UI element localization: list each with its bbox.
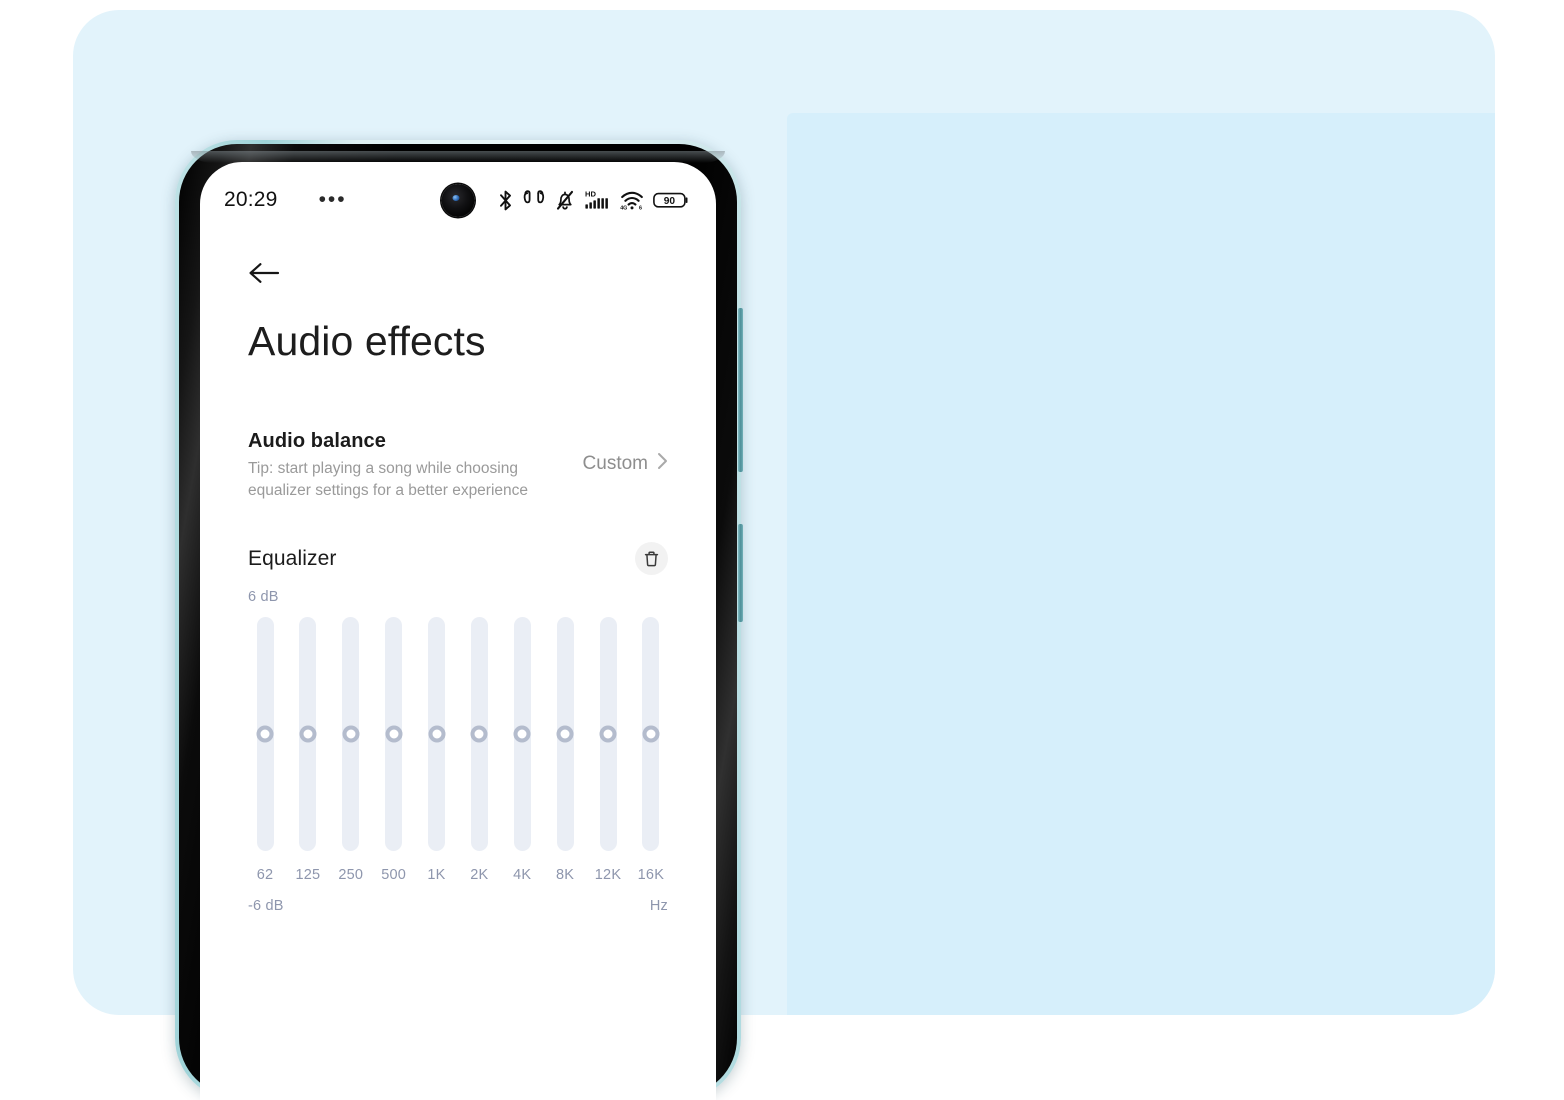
equalizer-slider-thumb-12K[interactable]: [599, 725, 617, 743]
equalizer-band-label: 16K: [637, 867, 665, 884]
equalizer-slider-1K[interactable]: [428, 617, 445, 852]
svg-text:6: 6: [639, 206, 642, 211]
battery-level-text: 90: [664, 196, 676, 207]
mute-bell-icon: [555, 190, 575, 211]
status-bar-clock: 20:29: [224, 188, 278, 211]
phone-screen: 20:29 ••• HD 4G 6 90 Audio effects Audio…: [200, 162, 716, 1100]
status-bar-overflow-dots: •••: [318, 188, 347, 211]
equalizer-band: 12K: [591, 617, 625, 883]
equalizer-sliders: 62 125 250 500 1K 2K 4K 8K 12K 16K: [248, 617, 668, 883]
equalizer-slider-4K[interactable]: [513, 617, 531, 852]
equalizer-unit-label: Hz: [649, 898, 668, 915]
equalizer-max-db-label: 6 dB: [248, 589, 279, 606]
audio-effects-screen: Audio effects Audio balance Tip: start p…: [200, 224, 716, 1100]
equalizer-slider-8K[interactable]: [556, 617, 574, 852]
equalizer-slider-500[interactable]: [385, 617, 403, 852]
equalizer-slider-thumb-8K[interactable]: [556, 725, 574, 743]
equalizer-band-label: 2K: [470, 867, 489, 884]
audio-balance-row[interactable]: Audio balance Tip: start playing a song …: [248, 430, 668, 502]
equalizer-band: 8K: [548, 617, 582, 883]
equalizer-slider-2K[interactable]: [470, 617, 488, 852]
equalizer-band-label: 12K: [594, 867, 622, 884]
equalizer-band-label: 1K: [427, 867, 446, 884]
equalizer-slider-12K[interactable]: [599, 617, 617, 852]
audio-balance-value-control[interactable]: Custom: [583, 452, 668, 475]
equalizer-band: 62: [248, 617, 282, 883]
equalizer-band: 1K: [420, 617, 454, 883]
phone-device-mockup: 20:29 ••• HD 4G 6 90 Audio effects Audio…: [175, 140, 743, 1100]
status-bar-icons: HD 4G 6 90: [497, 189, 690, 211]
equalizer-band: 125: [291, 617, 325, 883]
bluetooth-icon: [497, 190, 514, 211]
equalizer-band-label: 8K: [556, 867, 575, 884]
equalizer-slider-thumb-2K[interactable]: [470, 725, 488, 743]
equalizer-slider-thumb-1K[interactable]: [428, 725, 445, 743]
svg-text:4G: 4G: [620, 206, 627, 211]
back-arrow-icon: [249, 263, 280, 283]
equalizer-band-label: 125: [295, 867, 321, 884]
equalizer-slider-250[interactable]: [342, 617, 360, 852]
equalizer-reset-button[interactable]: [635, 542, 668, 576]
equalizer-slider-thumb-250[interactable]: [342, 725, 360, 743]
svg-text:HD: HD: [585, 189, 596, 198]
equalizer-band: 16K: [634, 617, 668, 883]
equalizer-title: Equalizer: [248, 546, 337, 570]
back-button[interactable]: [248, 252, 290, 294]
equalizer-band-label: 62: [256, 867, 274, 884]
equalizer-band-label: 4K: [513, 867, 532, 884]
equalizer-slider-16K[interactable]: [642, 617, 660, 852]
equalizer-slider-thumb-500[interactable]: [385, 725, 403, 743]
equalizer-min-db-label: -6 dB: [248, 898, 284, 915]
wifi-icon: 4G 6: [620, 189, 644, 211]
equalizer-slider-125[interactable]: [299, 617, 317, 852]
equalizer-slider-thumb-4K[interactable]: [513, 725, 531, 743]
equalizer-footer: -6 dB Hz: [248, 898, 668, 914]
equalizer-slider-62[interactable]: [256, 617, 274, 852]
equalizer-band: 2K: [462, 617, 496, 883]
equalizer-band: 250: [334, 617, 368, 883]
volume-rocker-button[interactable]: [738, 308, 743, 472]
power-button[interactable]: [738, 524, 743, 622]
equalizer-band: 500: [377, 617, 411, 883]
equalizer-header: Equalizer: [248, 542, 668, 576]
audio-balance-title: Audio balance: [248, 430, 386, 453]
chevron-right-icon: [657, 452, 668, 475]
backdrop-inner-panel: [787, 113, 1495, 1015]
trash-icon: [644, 551, 659, 566]
earbuds-icon: [523, 189, 546, 211]
equalizer-band: 4K: [505, 617, 539, 883]
audio-balance-tip: Tip: start playing a song while choosing…: [248, 460, 529, 500]
audio-balance-texts: Audio balance Tip: start playing a song …: [248, 430, 583, 502]
equalizer-band-label: 250: [338, 867, 364, 884]
equalizer-slider-thumb-125[interactable]: [299, 725, 317, 743]
front-camera-punchhole: [441, 184, 475, 217]
battery-icon: 90: [653, 190, 690, 210]
page-title: Audio effects: [248, 318, 486, 364]
audio-balance-value: Custom: [582, 452, 648, 474]
equalizer-slider-thumb-62[interactable]: [256, 725, 274, 743]
equalizer-band-label: 500: [381, 867, 407, 884]
equalizer-slider-thumb-16K[interactable]: [642, 725, 660, 743]
hd-signal-icon: HD: [584, 189, 611, 211]
